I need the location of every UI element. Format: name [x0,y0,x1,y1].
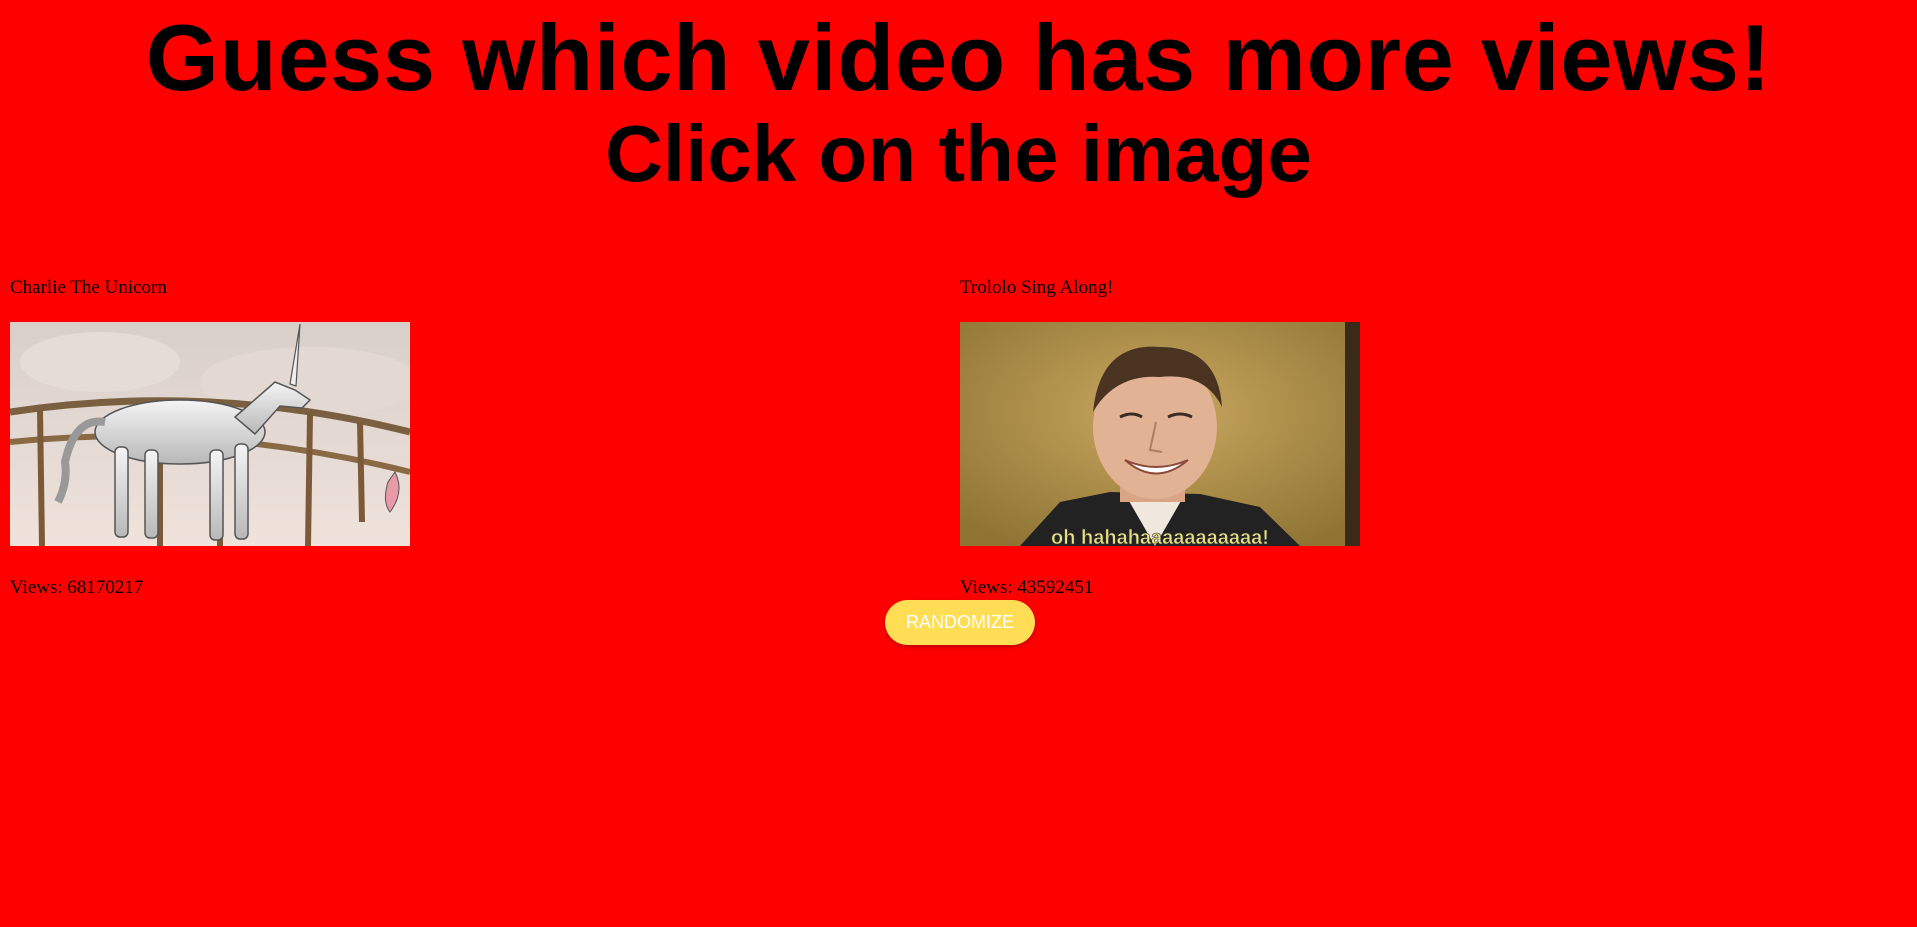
video-thumbnail-right[interactable]: oh hahahaaaaaaaaaaa! [960,322,1360,546]
page-title: Guess which video has more views! [145,5,1772,110]
thumbnail-caption: oh hahahaaaaaaaaaaa! [1051,527,1269,546]
randomize-button[interactable]: RANDOMIZE [885,600,1035,645]
video-views-left: Views: 68170217 [10,577,144,598]
video-views-right: Views: 43592451 [960,577,1094,598]
page-subtitle: Click on the image [605,109,1312,198]
video-thumbnail-left[interactable] [10,322,410,546]
video-title-right: Trololo Sing Along! [960,277,1114,298]
video-title-left: Charlie The Unicorn [10,277,167,298]
